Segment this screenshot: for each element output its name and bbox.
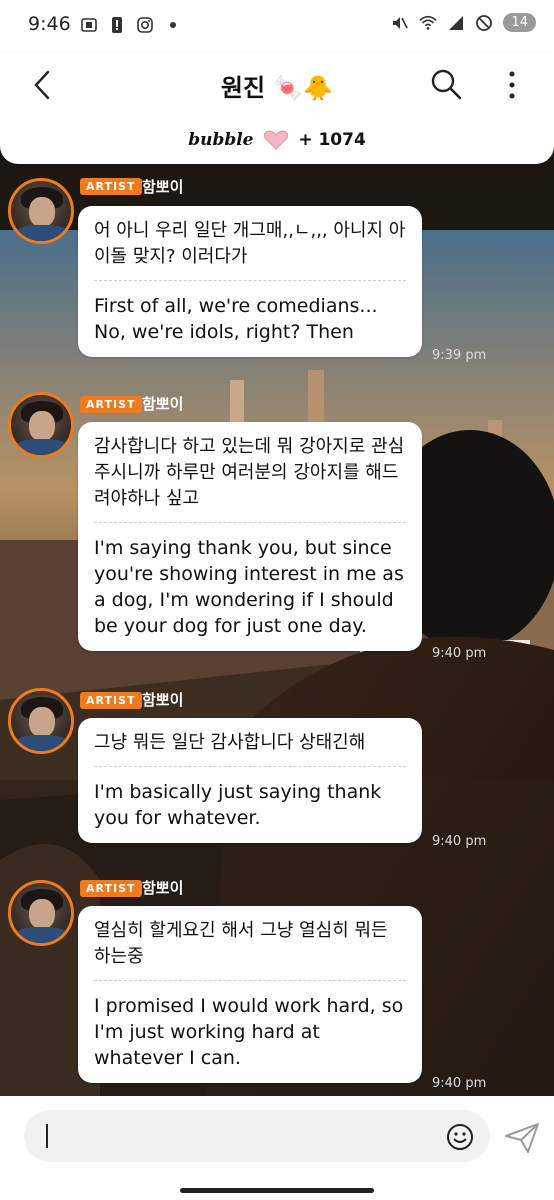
status-left-icons [80, 16, 182, 34]
message-bubble[interactable]: 어 아니 우리 일단 개그매,,ㄴ,,, 아니지 아이돌 맞지? 이러다가 Fi… [78, 206, 422, 357]
message-korean: 그냥 뭐든 일단 감사합니다 상태긴해 [94, 732, 366, 753]
message-time: 9:40 pm [432, 1076, 487, 1091]
artist-badge: ARTIST [80, 692, 142, 709]
alert-icon [112, 17, 122, 33]
sender-name: 함뽀이 [142, 879, 184, 897]
status-bar: 9:46 14 [0, 0, 554, 52]
avatar[interactable] [8, 688, 74, 754]
subscriber-count: + 1074 [298, 130, 366, 150]
message-time: 9:40 pm [432, 834, 487, 849]
message-composer [0, 1096, 554, 1200]
message-translation: First of all, we're comedians... No, we'… [94, 295, 378, 343]
search-icon[interactable] [430, 68, 462, 100]
message-korean: 열심히 할게요긴 해서 그냥 열심히 뭐든 하는중 [94, 920, 388, 967]
sender-name: 함뽀이 [142, 178, 184, 196]
battery-level: 14 [503, 13, 536, 32]
status-right-icons: 14 [391, 13, 536, 32]
chat-title: 원진 🍬🐥 [220, 74, 334, 102]
message-translation: I'm saying thank you, but since you're s… [94, 537, 404, 637]
mute-icon [393, 16, 409, 29]
message-korean: 어 아니 우리 일단 개그매,,ㄴ,,, 아니지 아이돌 맞지? 이러다가 [94, 220, 406, 267]
artist-badge: ARTIST [80, 178, 142, 195]
avatar[interactable] [8, 880, 74, 946]
home-indicator[interactable] [180, 1188, 374, 1193]
artist-badge: ARTIST [80, 396, 142, 413]
smiley-icon[interactable] [446, 1123, 474, 1151]
instagram-icon [137, 17, 153, 33]
chat-header: 원진 🍬🐥 bubble + 1074 [0, 52, 554, 164]
message-input[interactable] [24, 1110, 490, 1162]
wifi-icon [419, 15, 438, 30]
avatar[interactable] [8, 392, 74, 458]
screenshot-icon [81, 18, 97, 32]
message-time: 9:39 pm [432, 348, 487, 363]
sender-name: 함뽀이 [142, 691, 184, 709]
message-translation: I'm basically just saying thank you for … [94, 781, 382, 829]
heart-icon [263, 130, 288, 150]
send-icon[interactable] [504, 1122, 540, 1154]
message-bubble[interactable]: 그냥 뭐든 일단 감사합니다 상태긴해 I'm basically just s… [78, 718, 422, 843]
artist-badge: ARTIST [80, 880, 142, 897]
message-translation: I promised I would work hard, so I'm jus… [94, 995, 404, 1069]
message-bubble[interactable]: 열심히 할게요긴 해서 그냥 열심히 뭐든 하는중 I promised I w… [78, 906, 422, 1083]
subscription-bar: bubble + 1074 [0, 130, 554, 150]
text-cursor [46, 1124, 48, 1148]
dot-icon [170, 22, 176, 28]
message-korean: 감사합니다 하고 있는데 뭐 강아지로 관심 주시니까 하루만 여러분의 강아지… [94, 436, 405, 509]
more-options-icon[interactable] [500, 68, 524, 102]
signal-icon [449, 15, 464, 30]
do-not-disturb-icon [476, 14, 493, 31]
message-time: 9:40 pm [432, 646, 487, 661]
avatar[interactable] [8, 178, 74, 244]
status-time: 9:46 [28, 13, 71, 35]
bubble-logo: bubble [188, 130, 254, 150]
message-bubble[interactable]: 감사합니다 하고 있는데 뭐 강아지로 관심 주시니까 하루만 여러분의 강아지… [78, 422, 422, 651]
sender-name: 함뽀이 [142, 395, 184, 413]
